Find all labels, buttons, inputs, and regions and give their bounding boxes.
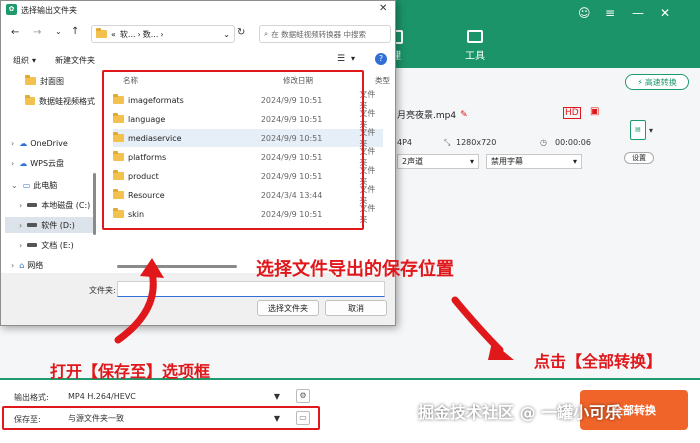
watermark: 掘金技术社区 @ 一罐小可乐	[418, 403, 622, 422]
arrow-to-dialog-icon	[114, 268, 157, 344]
annotation-click-convert-all: 点击【全部转换】	[534, 352, 663, 371]
arrow-head-icon	[488, 342, 514, 360]
annotation-open-save-to: 打开【保存至】选项框	[50, 362, 211, 381]
annotation-choose-location: 选择文件导出的保存位置	[256, 259, 454, 280]
arrow-to-convert-icon	[451, 296, 504, 354]
arrow-head-icon	[140, 258, 164, 278]
